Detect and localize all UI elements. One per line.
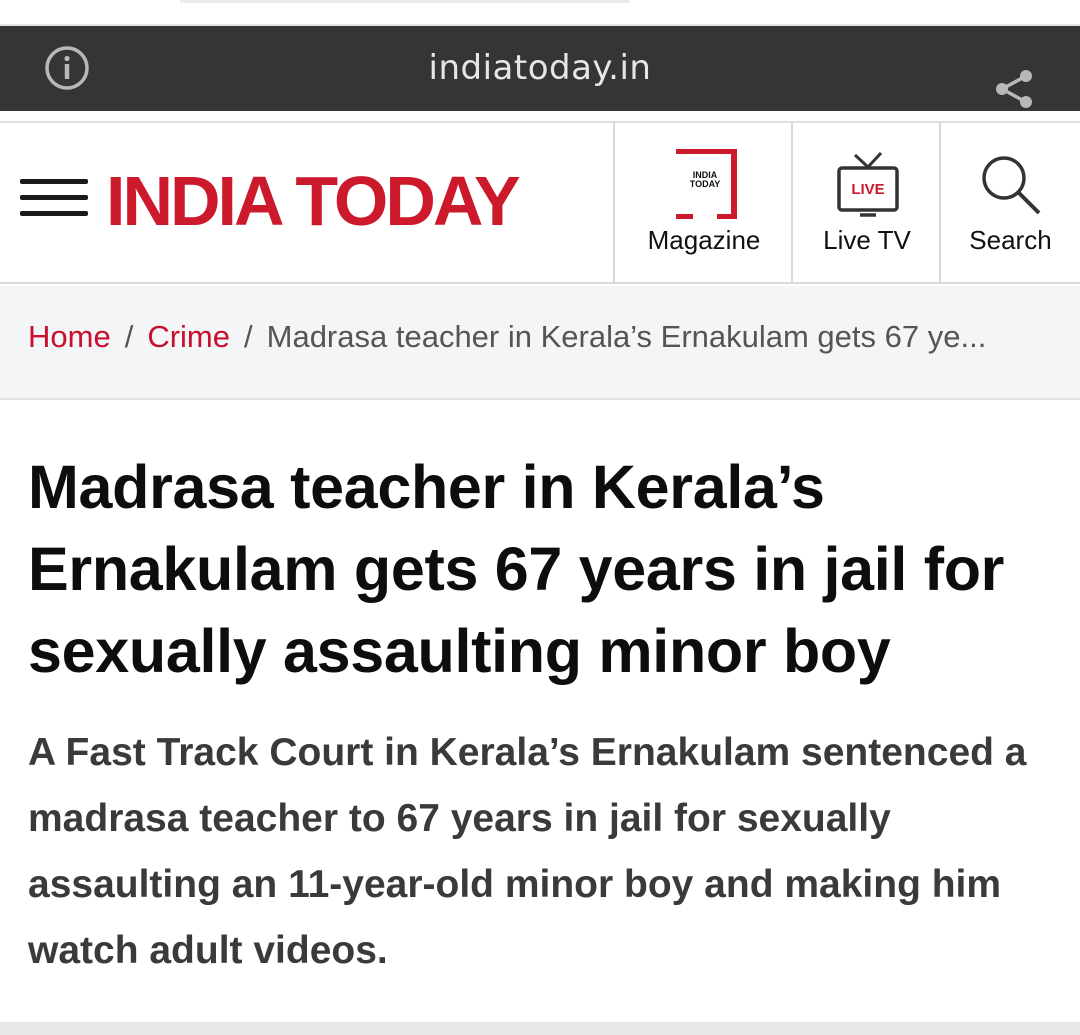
status-sliver [180,0,630,3]
bottom-divider [0,1022,1080,1035]
magazine-icon: INDIA TODAY [676,149,737,219]
site-logo[interactable]: INDIA TODAY [106,161,521,241]
browser-url-bar: indiatoday.in [0,26,1080,111]
search-icon [982,156,1041,215]
magazine-icon-text-2: TODAY [690,179,721,189]
article-headline: Madrasa teacher in Kerala’s Ernakulam ge… [28,453,1005,685]
breadcrumb-separator: / [244,319,253,354]
nav-search[interactable]: Search [939,123,1080,282]
url-domain[interactable]: indiatoday.in [0,48,1080,88]
breadcrumb-separator: / [124,319,134,354]
hamburger-menu-icon[interactable] [20,179,90,219]
share-icon[interactable] [994,68,1036,110]
header-gap [0,111,1080,123]
breadcrumb-home[interactable]: Home [28,319,111,354]
breadcrumb: Home / Crime / Madrasa teacher in Kerala’s E… [0,286,1080,400]
article-summary: A Fast Track Court in Kerala’s Ernakulam… [28,731,1027,972]
nav-live-tv[interactable]: LIVE Live TV [791,123,941,282]
breadcrumb-current: Madrasa teacher in Kerala’s Ernakulam ge… [266,319,987,354]
nav-search-label: Search [969,225,1052,255]
live-tv-icon-text: LIVE [851,181,884,198]
nav-magazine[interactable]: INDIA TODAY Magazine [613,123,793,282]
nav-magazine-label: Magazine [647,225,761,255]
breadcrumb-crime[interactable]: Crime [147,319,230,354]
nav-live-tv-label: Live TV [823,225,911,255]
status-strip [0,0,1080,26]
site-header: INDIA TODAY INDIA TODAY Magazine LIVE Li… [0,123,1080,284]
live-tv-icon: LIVE [837,151,899,217]
